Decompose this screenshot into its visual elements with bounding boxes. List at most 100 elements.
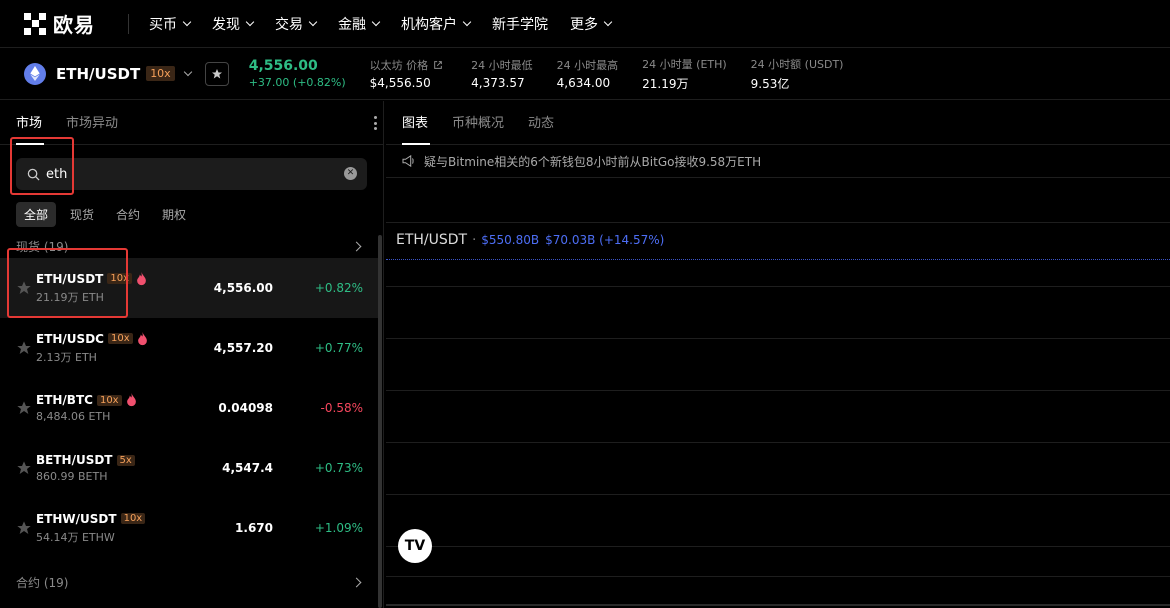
pair-change: +0.82% <box>314 281 363 295</box>
tab-feed[interactable]: 动态 <box>528 112 554 144</box>
leverage-badge: 10x <box>107 333 133 344</box>
external-link-icon[interactable] <box>433 60 443 70</box>
star-icon <box>211 68 222 78</box>
filter-futures[interactable]: 合约 <box>108 202 148 227</box>
market-row-ethw-usdt[interactable]: ETHW/USDT 10x 54.14万 ETHW 1.670 +1.09% <box>0 498 380 558</box>
filter-spot[interactable]: 现货 <box>62 202 102 227</box>
stat-24h-turnover: 24 小时额 (USDT) 9.53亿 <box>750 57 844 91</box>
last-price: 4,556.00 <box>248 58 318 74</box>
chart-bottom-border <box>386 604 1170 606</box>
chevron-down-icon <box>371 17 381 26</box>
logo-mark-icon <box>24 12 46 35</box>
grid-line <box>386 390 1170 391</box>
grid-line <box>386 338 1170 339</box>
pair-name: ETHW/USDT <box>36 511 117 526</box>
leverage-badge: 10x <box>146 66 175 81</box>
stat-24h-low: 24 小时最低 4,373.57 <box>471 59 533 90</box>
annotation-box-search <box>10 137 74 195</box>
megaphone-icon <box>402 155 414 167</box>
star-icon[interactable] <box>16 520 32 536</box>
annotation-box-row <box>7 248 128 318</box>
search-input[interactable] <box>46 166 326 182</box>
chart-panel: 图表 币种概况 动态 疑与Bitmine相关的6个新钱包8小时前从BitGo接收… <box>386 101 1170 608</box>
futures-group-header[interactable]: 合约 (19) <box>16 574 366 591</box>
pair-volume: 8,484.06 ETH <box>36 410 111 423</box>
star-icon[interactable] <box>16 340 32 356</box>
grid-line <box>386 576 1170 577</box>
grid-line <box>386 494 1170 495</box>
pair-name: BETH/USDT <box>36 453 113 467</box>
eth-coin-icon <box>24 62 46 85</box>
grid-line <box>386 286 1170 287</box>
nav-item-finance[interactable]: 金融 <box>338 14 381 34</box>
news-text: 疑与Bitmine相关的6个新钱包8小时前从BitGo接收9.58万ETH <box>424 154 762 169</box>
tab-chart[interactable]: 图表 <box>402 112 431 145</box>
pair-change: +0.73% <box>314 461 363 475</box>
pair-change: +0.77% <box>314 341 363 355</box>
legend-separator: · <box>472 233 477 248</box>
nav-item-trade[interactable]: 交易 <box>275 14 318 34</box>
pair-price: 0.04098 <box>218 401 273 415</box>
star-icon[interactable] <box>16 460 32 476</box>
chevron-down-icon <box>603 17 613 26</box>
chevron-down-icon <box>182 17 192 26</box>
leverage-badge: 10x <box>120 513 146 524</box>
filter-all[interactable]: 全部 <box>16 202 57 227</box>
filter-options[interactable]: 期权 <box>154 202 194 227</box>
star-icon[interactable] <box>16 400 32 416</box>
market-row-eth-btc[interactable]: ETH/BTC 10x 8,484.06 ETH 0.04098 -0.58% <box>0 378 380 438</box>
nav-item-academy[interactable]: 新手学院 <box>492 14 548 34</box>
flame-icon <box>126 393 136 407</box>
price-change: +37.00 (+0.82%) <box>248 76 346 89</box>
clear-search-icon[interactable]: ✕ <box>344 167 357 180</box>
nav-item-discover[interactable]: 发现 <box>212 14 255 34</box>
pair-volume: 2.13万 ETH <box>36 350 97 364</box>
pair-change: +1.09% <box>314 521 363 535</box>
more-options-icon[interactable] <box>374 116 377 130</box>
flame-icon <box>137 331 147 345</box>
market-filters: 全部 现货 合约 期权 <box>16 202 200 227</box>
price-block: 4,556.00 +37.00 (+0.82%) <box>249 58 346 89</box>
favorite-button[interactable] <box>204 61 229 86</box>
pair-name: ETH/BTC <box>36 393 93 407</box>
tradingview-logo[interactable]: TV <box>398 529 432 563</box>
chevron-down-icon <box>245 17 255 26</box>
chevron-down-icon[interactable] <box>183 67 192 76</box>
leverage-badge: 10x <box>96 394 122 406</box>
nav-item-buy[interactable]: 买币 <box>149 14 192 34</box>
news-ticker[interactable]: 疑与Bitmine相关的6个新钱包8小时前从BitGo接收9.58万ETH <box>386 145 1170 178</box>
market-row-beth-usdt[interactable]: BETH/USDT 5x 860.99 BETH 4,547.4 +0.73% <box>0 438 380 498</box>
chevron-right-icon <box>351 577 362 588</box>
nav-divider <box>128 13 129 34</box>
pair-selector[interactable]: ETH/USDT <box>56 65 140 83</box>
stat-24h-volume: 24 小时量 (ETH) 21.19万 <box>642 57 727 91</box>
pair-price: 4,556.00 <box>213 281 273 295</box>
chart-tabs: 图表 币种概况 动态 <box>386 101 1170 145</box>
market-row-eth-usdc[interactable]: ETH/USDC 10x 2.13万 ETH 4,557.20 +0.77% <box>0 318 380 378</box>
pair-name: ETH/USDC <box>36 331 104 346</box>
okx-logo[interactable]: 欧易 <box>24 9 128 38</box>
nav-item-institutional[interactable]: 机构客户 <box>401 14 472 34</box>
stat-24h-high: 24 小时最高 4,634.00 <box>556 59 619 90</box>
grid-line <box>386 546 1170 547</box>
nav-item-more[interactable]: 更多 <box>570 14 613 34</box>
chevron-down-icon <box>308 17 318 26</box>
list-scrollbar[interactable] <box>378 235 382 608</box>
leverage-badge: 5x <box>116 454 135 466</box>
top-nav: 欧易 买币 发现 交易 金融 机构客户 新手学院 更多 <box>0 0 1170 48</box>
pair-volume: 860.99 BETH <box>36 470 108 483</box>
stat-index-price: 以太坊 价格 $4,556.50 <box>370 57 444 90</box>
chart-pair-label: ETH/USDT <box>396 232 468 248</box>
chevron-down-icon <box>462 17 472 26</box>
ticker-bar: ETH/USDT 10x 4,556.00 +37.00 (+0.82%) 以太… <box>0 48 1170 100</box>
chart-value-1: $550.80B <box>481 233 540 247</box>
chart-value-2: $70.03B (+14.57%) <box>545 233 665 247</box>
pair-volume: 54.14万 ETHW <box>36 530 115 544</box>
price-chart[interactable]: ETH/USDT · $550.80B $70.03B (+14.57%) TV <box>386 179 1170 608</box>
tab-coin-overview[interactable]: 币种概况 <box>452 112 504 144</box>
logo-text: 欧易 <box>53 13 95 37</box>
grid-line <box>386 442 1170 443</box>
pair-price: 4,547.4 <box>222 461 273 475</box>
chart-legend: ETH/USDT · $550.80B $70.03B (+14.57%) <box>396 232 670 248</box>
grid-line <box>386 222 1170 223</box>
